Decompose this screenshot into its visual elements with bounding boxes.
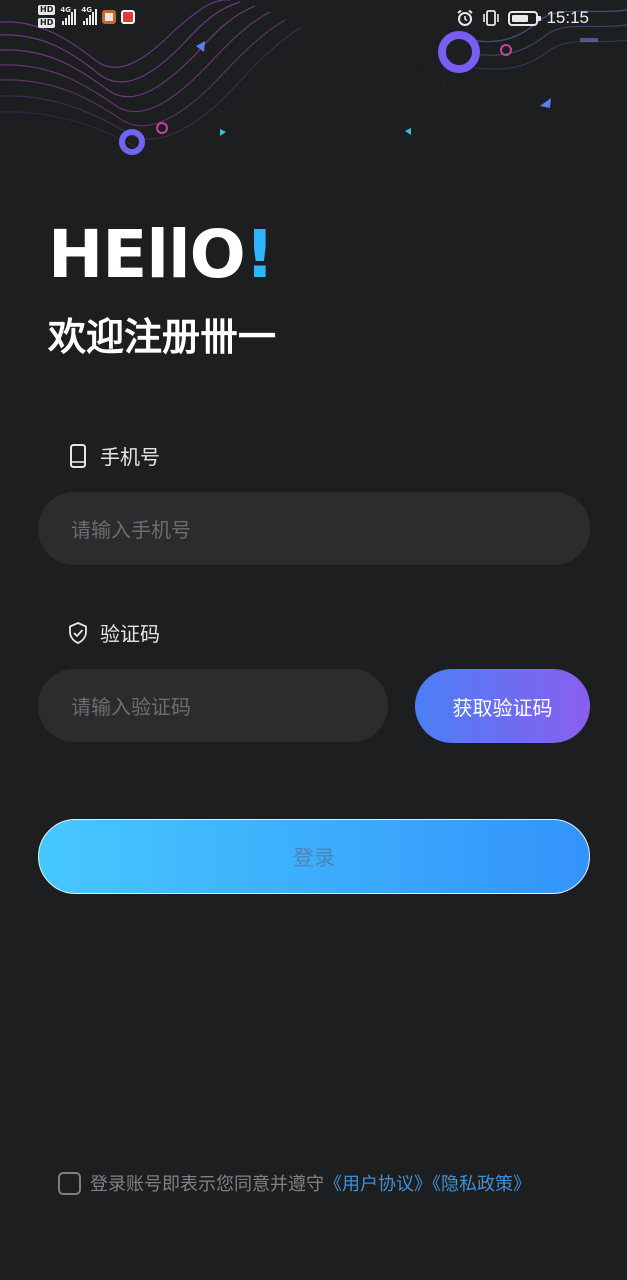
network-type: 4G <box>60 5 71 14</box>
shield-check-icon <box>69 621 87 644</box>
phone-input-placeholder: 请输入手机号 <box>71 518 191 542</box>
get-code-button[interactable]: 获取验证码 <box>415 669 590 743</box>
status-left-group: HD HD 4G 4G <box>38 5 136 28</box>
agreement-row: 登录账号即表示您同意并遵守《用户协议》《隐私政策》 <box>58 1170 531 1196</box>
vibrate-icon <box>483 10 500 26</box>
mail-app-icon <box>102 9 117 24</box>
battery-icon <box>508 10 542 26</box>
hd-icon: HD <box>38 18 56 28</box>
welcome-title: 欢迎注册卌一 <box>48 315 277 359</box>
phone-label: 手机号 <box>100 445 160 469</box>
network-type: 4G <box>81 5 92 14</box>
signal-icon: 4G <box>81 5 98 25</box>
code-label-row: 验证码 <box>68 618 160 647</box>
agreement-checkbox[interactable] <box>58 1171 81 1195</box>
code-input-placeholder: 请输入验证码 <box>71 695 191 719</box>
hello-text: HEllO <box>48 216 246 293</box>
code-label: 验证码 <box>100 622 160 646</box>
status-time: 15:15 <box>546 8 589 27</box>
phone-input[interactable]: 请输入手机号 <box>38 492 590 565</box>
code-input[interactable]: 请输入验证码 <box>38 669 388 742</box>
phone-icon <box>70 443 86 468</box>
status-bar: HD HD 4G 4G 15:15 <box>0 0 627 40</box>
status-right-group: 15:15 <box>456 8 589 28</box>
privacy-policy-link[interactable]: 《隐私政策》 <box>432 1174 531 1195</box>
agreement-text: 登录账号即表示您同意并遵守 <box>90 1174 324 1195</box>
user-agreement-link[interactable]: 《用户协议》 <box>324 1174 432 1195</box>
phone-label-row: 手机号 <box>68 441 160 470</box>
login-button[interactable]: 登录 <box>38 819 590 894</box>
battery-fill <box>512 14 528 22</box>
alarm-icon <box>457 9 474 26</box>
red-app-icon <box>121 9 136 24</box>
hello-title: HEllO! <box>48 222 275 288</box>
signal-icon: 4G <box>60 5 77 25</box>
hello-exclamation: ! <box>244 216 275 293</box>
hd-icon: HD <box>38 5 56 15</box>
hd-indicators: HD HD <box>38 5 56 28</box>
